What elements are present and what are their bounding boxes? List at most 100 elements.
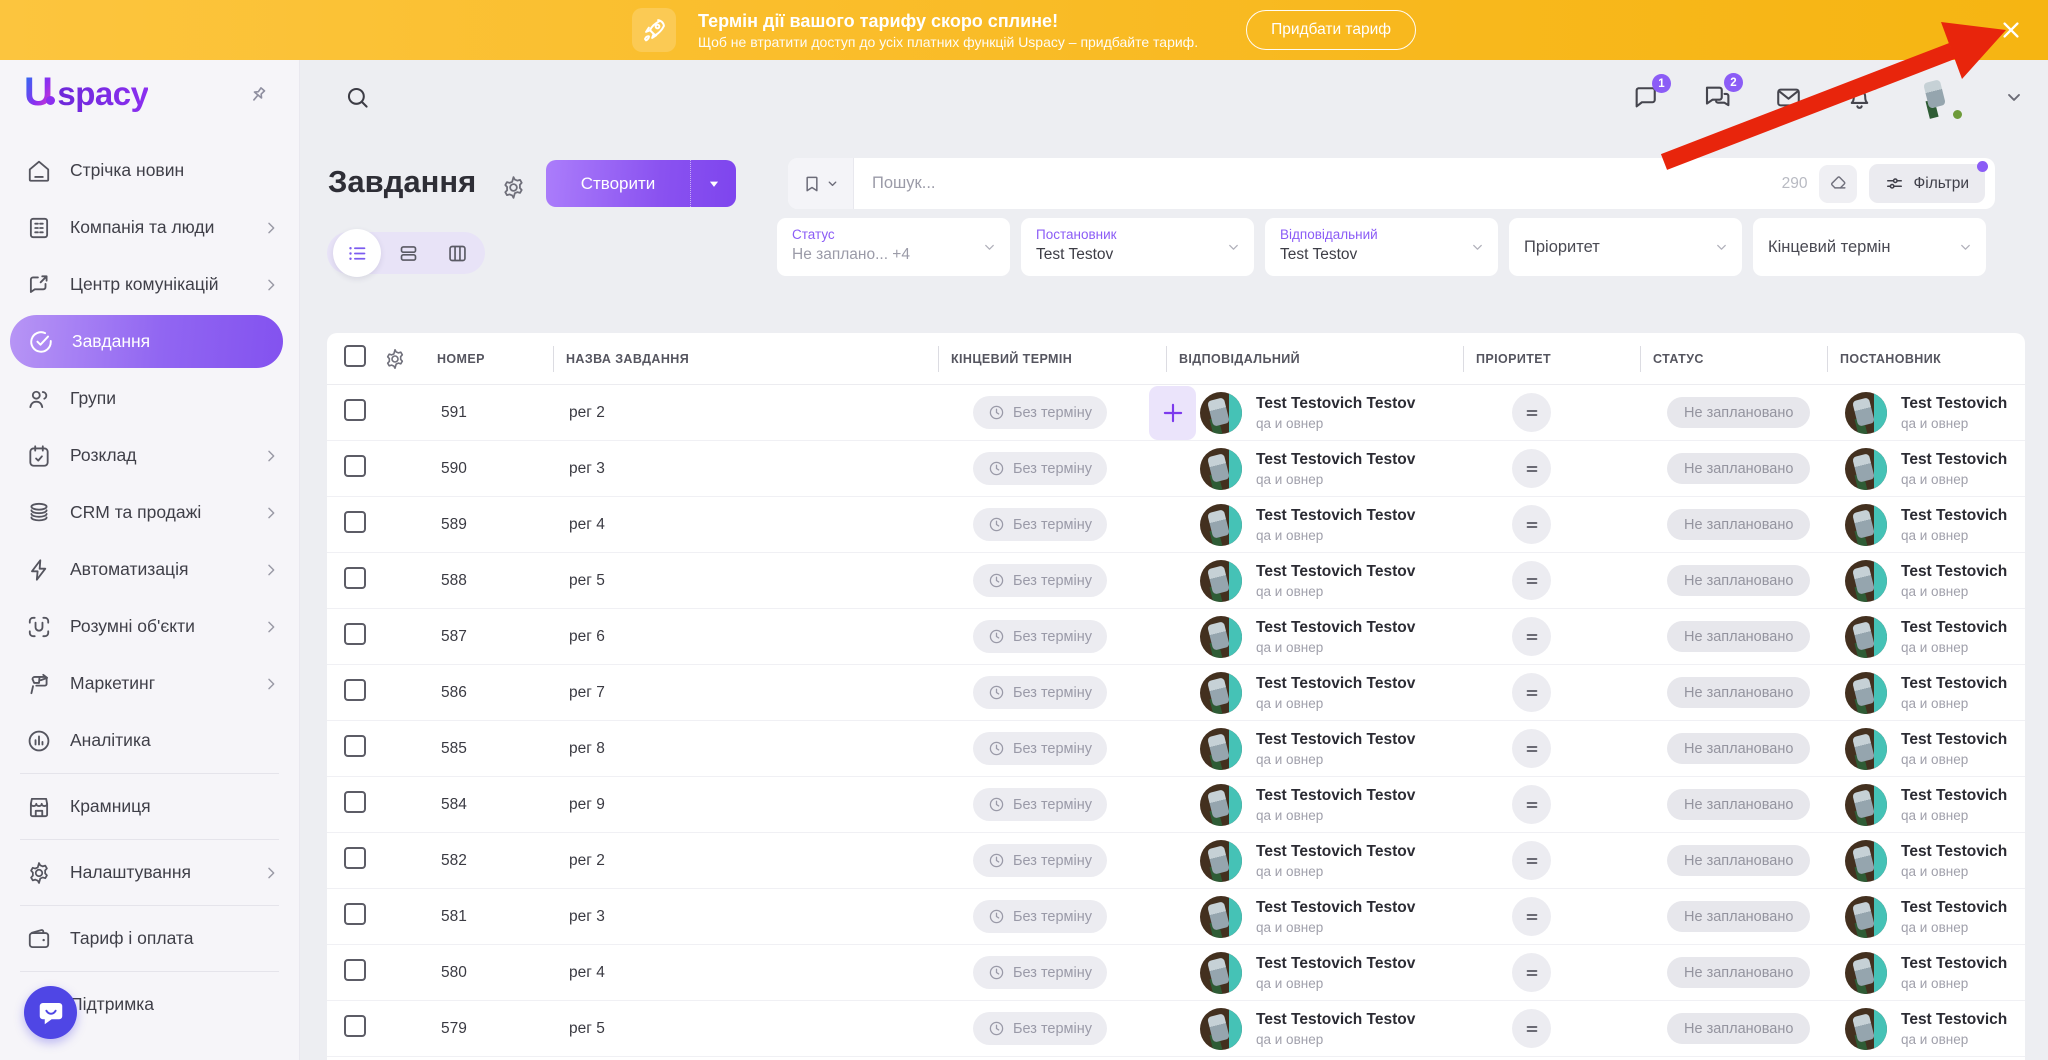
sidebar-item-crm[interactable]: CRM та продажі <box>0 484 299 541</box>
status-pill[interactable]: Не заплановано <box>1667 733 1810 764</box>
creator-cell[interactable]: Test Testovich qa и овнер <box>1827 896 2025 938</box>
column-header-creator[interactable]: ПОСТАНОВНИК <box>1827 352 2025 366</box>
row-checkbox[interactable] <box>344 847 366 869</box>
creator-cell[interactable]: Test Testovich qa и овнер <box>1827 784 2025 826</box>
status-pill[interactable]: Не заплановано <box>1667 397 1810 428</box>
task-name[interactable]: рег 2 <box>553 404 938 422</box>
creator-cell[interactable]: Test Testovich qa и овнер <box>1827 448 2025 490</box>
clear-search-eraser-button[interactable] <box>1819 165 1857 203</box>
task-name[interactable]: рег 7 <box>553 684 938 702</box>
column-header-number[interactable]: НОМЕР <box>427 352 553 366</box>
task-name[interactable]: рег 5 <box>553 572 938 590</box>
priority-medium-icon[interactable] <box>1512 393 1551 432</box>
column-header-responsible[interactable]: ВІДПОВІДАЛЬНИЙ <box>1166 352 1463 366</box>
priority-medium-icon[interactable] <box>1512 897 1551 936</box>
responsible-cell[interactable]: Test Testovich Testov qa и овнер <box>1166 560 1463 602</box>
row-checkbox[interactable] <box>344 399 366 421</box>
sidebar-item-store[interactable]: Крамниця <box>0 778 299 835</box>
row-checkbox[interactable] <box>344 623 366 645</box>
task-name[interactable]: рег 6 <box>553 628 938 646</box>
table-row[interactable]: 584 рег 9 Без терміну Test Testovich Tes… <box>327 777 2025 833</box>
row-checkbox[interactable] <box>344 959 366 981</box>
deadline-pill[interactable]: Без терміну <box>973 956 1107 989</box>
create-dropdown-button[interactable] <box>690 160 736 207</box>
table-row[interactable]: 591 рег 2 Без терміну Test Testovich Tes… <box>327 385 2025 441</box>
responsible-cell[interactable]: Test Testovich Testov qa и овнер <box>1166 784 1463 826</box>
row-checkbox[interactable] <box>344 903 366 925</box>
deadline-pill[interactable]: Без терміну <box>973 900 1107 933</box>
table-row[interactable]: 582 рег 2 Без терміну Test Testovich Tes… <box>327 833 2025 889</box>
sidebar-item-settings[interactable]: Налаштування <box>0 844 299 901</box>
creator-cell[interactable]: Test Testovich qa и овнер <box>1827 952 2025 994</box>
search-input[interactable] <box>854 174 1782 193</box>
responsible-cell[interactable]: Test Testovich Testov qa и овнер <box>1166 616 1463 658</box>
status-pill[interactable]: Не заплановано <box>1667 901 1810 932</box>
priority-medium-icon[interactable] <box>1512 617 1551 656</box>
task-name[interactable]: рег 8 <box>553 740 938 758</box>
row-checkbox[interactable] <box>344 679 366 701</box>
responsible-cell[interactable]: Test Testovich Testov qa и овнер <box>1166 1008 1463 1050</box>
uspacy-logo[interactable]: Uspacy <box>24 70 148 123</box>
deadline-pill[interactable]: Без терміну <box>973 676 1107 709</box>
row-checkbox[interactable] <box>344 1015 366 1037</box>
list-view-button[interactable] <box>333 229 381 277</box>
sidebar-item-company[interactable]: Компанія та люди <box>0 199 299 256</box>
task-name[interactable]: рег 2 <box>553 852 938 870</box>
banner-close-button[interactable] <box>1998 17 2024 43</box>
table-row[interactable]: 587 рег 6 Без терміну Test Testovich Tes… <box>327 609 2025 665</box>
deadline-pill[interactable]: Без терміну <box>973 396 1107 429</box>
task-name[interactable]: рег 4 <box>553 964 938 982</box>
filter-chip-deadline[interactable]: Кінцевий термін <box>1753 218 1986 276</box>
deadline-pill[interactable]: Без терміну <box>973 732 1107 765</box>
priority-medium-icon[interactable] <box>1512 729 1551 768</box>
task-name[interactable]: рег 4 <box>553 516 938 534</box>
pin-sidebar-icon[interactable] <box>247 84 269 106</box>
status-pill[interactable]: Не заплановано <box>1667 453 1810 484</box>
priority-medium-icon[interactable] <box>1512 673 1551 712</box>
row-checkbox[interactable] <box>344 511 366 533</box>
column-header-priority[interactable]: ПРІОРИТЕТ <box>1463 352 1640 366</box>
creator-cell[interactable]: Test Testovich qa и овнер <box>1827 1008 2025 1050</box>
status-pill[interactable]: Не заплановано <box>1667 677 1810 708</box>
deadline-pill[interactable]: Без терміну <box>973 620 1107 653</box>
table-row[interactable]: 585 рег 8 Без терміну Test Testovich Tes… <box>327 721 2025 777</box>
status-pill[interactable]: Не заплановано <box>1667 957 1810 988</box>
responsible-cell[interactable]: Test Testovich Testov qa и овнер <box>1166 728 1463 770</box>
sidebar-item-analytics[interactable]: Аналітика <box>0 712 299 769</box>
task-name[interactable]: рег 3 <box>553 460 938 478</box>
creator-cell[interactable]: Test Testovich qa и овнер <box>1827 504 2025 546</box>
priority-medium-icon[interactable] <box>1512 1009 1551 1048</box>
sidebar-item-tariff[interactable]: Тариф і оплата <box>0 910 299 967</box>
responsible-cell[interactable]: Test Testovich Testov qa и овнер <box>1166 448 1463 490</box>
status-pill[interactable]: Не заплановано <box>1667 565 1810 596</box>
select-all-checkbox[interactable] <box>344 345 366 367</box>
column-header-status[interactable]: СТАТУС <box>1640 352 1827 366</box>
comments-icon[interactable]: 1 <box>1632 83 1660 111</box>
creator-cell[interactable]: Test Testovich qa и овнер <box>1827 560 2025 602</box>
mail-icon[interactable] <box>1774 83 1803 112</box>
filter-chip-priority[interactable]: Пріоритет <box>1509 218 1742 276</box>
tasks-settings-gear-icon[interactable] <box>500 174 527 201</box>
table-row[interactable]: 581 рег 3 Без терміну Test Testovich Tes… <box>327 889 2025 945</box>
saved-filters-bookmark-button[interactable] <box>788 158 854 209</box>
sidebar-item-marketing[interactable]: Маркетинг <box>0 655 299 712</box>
column-header-name[interactable]: НАЗВА ЗАВДАННЯ <box>553 352 938 366</box>
responsible-cell[interactable]: Test Testovich Testov qa и овнер <box>1166 896 1463 938</box>
filter-chip-creator[interactable]: Постановник Test Testov <box>1021 218 1254 276</box>
user-avatar[interactable] <box>1916 74 1962 120</box>
status-pill[interactable]: Не заплановано <box>1667 509 1810 540</box>
row-checkbox[interactable] <box>344 567 366 589</box>
task-name[interactable]: рег 5 <box>553 1020 938 1038</box>
task-name[interactable]: рег 9 <box>553 796 938 814</box>
responsible-cell[interactable]: Test Testovich Testov qa и овнер <box>1166 504 1463 546</box>
priority-medium-icon[interactable] <box>1512 841 1551 880</box>
cards-view-button[interactable] <box>386 232 430 274</box>
sidebar-item-tasks[interactable]: Завдання <box>10 315 283 368</box>
status-pill[interactable]: Не заплановано <box>1667 789 1810 820</box>
table-row[interactable]: 590 рег 3 Без терміну Test Testovich Tes… <box>327 441 2025 497</box>
responsible-cell[interactable]: Test Testovich Testov qa и овнер <box>1166 672 1463 714</box>
deadline-pill[interactable]: Без терміну <box>973 844 1107 877</box>
creator-cell[interactable]: Test Testovich qa и овнер <box>1827 728 2025 770</box>
responsible-cell[interactable]: Test Testovich Testov qa и овнер <box>1166 952 1463 994</box>
filter-chip-responsible[interactable]: Відповідальний Test Testov <box>1265 218 1498 276</box>
